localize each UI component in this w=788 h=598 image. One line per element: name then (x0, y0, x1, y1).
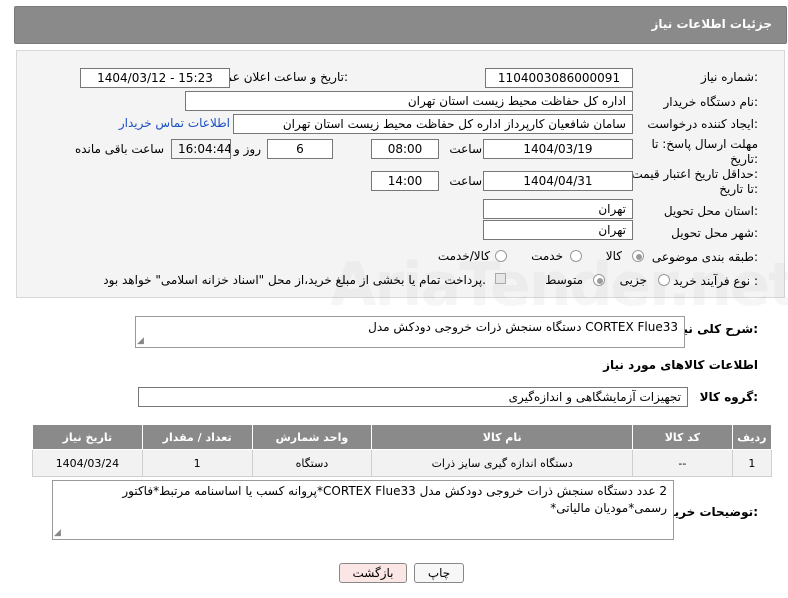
page-title: جزئیات اطلاعات نیاز (651, 17, 772, 31)
need-number-field[interactable]: 1104003086000091 (485, 68, 633, 88)
col-code: کد کالا (632, 424, 733, 450)
col-quantity: تعداد / مقدار (141, 424, 253, 450)
category-radio-goods-service[interactable] (495, 250, 507, 262)
description-field[interactable]: دستگاه سنجش ذرات خروجی دودکش مدل CORTEX … (135, 316, 685, 348)
purchase-type-option-medium: متوسط (545, 273, 583, 287)
requester-field[interactable]: سامان شافعیان کارپرداز اداره کل حفاظت مح… (233, 114, 633, 134)
cell-need-date: 1404/03/24 (32, 449, 143, 477)
goods-group-field[interactable]: تجهیزات آزمایشگاهی و اندازه‌گیری (138, 387, 688, 407)
purchase-type-label: نوع فرآیند خرید : (673, 274, 758, 288)
delivery-city-label: شهر محل تحویل: (671, 226, 758, 240)
remaining-time-label: ساعت باقی مانده (74, 142, 164, 156)
goods-table-header: ردیف کد کالا نام کالا واحد شمارش تعداد /… (32, 424, 773, 450)
cell-quantity: 1 (141, 449, 253, 477)
cell-unit: دستگاه (251, 449, 373, 477)
category-radio-service[interactable] (570, 250, 582, 262)
cell-row: 1 (731, 449, 773, 477)
cell-code: -- (632, 449, 733, 477)
deadline-days-label: روز و (234, 142, 261, 156)
delivery-city-field[interactable]: تهران (483, 220, 633, 240)
treasury-note: پرداخت تمام یا بخشی از مبلغ خرید،از محل … (103, 273, 486, 287)
cell-name: دستگاه اندازه گیری سایز ذرات (371, 449, 634, 477)
category-option-service: خدمت (531, 249, 563, 263)
price-validity-label-date: تا تاریخ: (719, 182, 758, 196)
goods-group-label: گروه کالا: (699, 390, 758, 404)
announce-date-field[interactable]: 1404/03/12 - 15:23 (80, 68, 230, 88)
price-validity-time-field[interactable]: 14:00 (371, 171, 439, 191)
price-validity-label: حداقل تاریخ اعتبار قیمت: (631, 167, 758, 181)
category-option-goods: کالا (605, 249, 622, 263)
purchase-type-option-minor: جزیی (619, 273, 647, 287)
deadline-days-field[interactable]: 6 (267, 139, 333, 159)
deadline-date-field[interactable]: 1404/03/19 (483, 139, 633, 159)
deadline-label-date: تاریخ: (730, 152, 758, 166)
need-number-label: شماره نیاز: (700, 70, 758, 84)
category-option-goods-service: کالا/خدمت (437, 249, 490, 263)
col-name: نام کالا (371, 424, 634, 450)
category-radio-goods[interactable] (632, 250, 644, 262)
requester-label: ایجاد کننده درخواست: (647, 117, 758, 131)
goods-section-title: اطلاعات کالاهای مورد نیاز (603, 358, 758, 372)
col-need-date: تاریخ نیاز (32, 424, 143, 450)
purchase-type-radio-medium[interactable] (593, 274, 605, 286)
col-row: ردیف (731, 424, 773, 450)
treasury-checkbox[interactable] (495, 273, 506, 284)
deadline-time-field[interactable]: 08:00 (371, 139, 439, 159)
price-validity-time-label: ساعت (449, 174, 482, 188)
delivery-province-label: استان محل تحویل: (663, 204, 758, 218)
resize-handle-icon[interactable]: ◢ (137, 336, 144, 346)
category-label: طبقه بندی موضوعی: (651, 250, 758, 264)
buyer-org-label: نام دستگاه خریدار: (663, 95, 759, 109)
buyer-notes-field[interactable]: 2 عدد دستگاه سنجش ذرات خروجی دودکش مدل C… (52, 480, 674, 540)
purchase-type-radio-minor[interactable] (658, 274, 670, 286)
print-button[interactable]: چاپ (414, 563, 464, 583)
table-row[interactable]: 1 -- دستگاه اندازه گیری سایز ذرات دستگاه… (32, 449, 773, 477)
delivery-province-field[interactable]: تهران (483, 199, 633, 219)
notes-resize-handle-icon[interactable]: ◢ (54, 528, 61, 538)
buyer-org-field[interactable]: اداره کل حفاظت محیط زیست استان تهران (185, 91, 633, 111)
goods-table: ردیف کد کالا نام کالا واحد شمارش تعداد /… (32, 424, 773, 477)
price-validity-date-field[interactable]: 1404/04/31 (483, 171, 633, 191)
deadline-time-label: ساعت (449, 142, 482, 156)
page-header: جزئیات اطلاعات نیاز (14, 6, 787, 44)
remaining-time-field: 16:04:44 (171, 139, 231, 159)
col-unit: واحد شمارش (251, 424, 373, 450)
deadline-label: مهلت ارسال پاسخ: تا (651, 137, 758, 151)
buyer-contact-link[interactable]: اطلاعات تماس خریدار (119, 116, 230, 130)
back-button[interactable]: بازگشت (339, 563, 407, 583)
